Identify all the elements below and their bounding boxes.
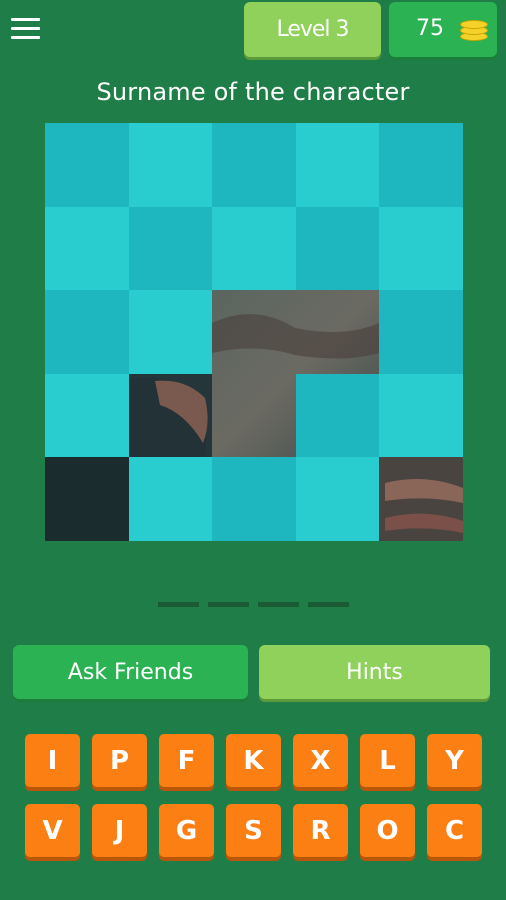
puzzle-tile xyxy=(379,290,463,374)
puzzle-tile xyxy=(212,290,296,374)
coin-count: 75 xyxy=(416,16,444,41)
level-button[interactable]: Level 3 xyxy=(244,2,381,57)
puzzle-tile xyxy=(379,206,463,291)
question-title: Surname of the character xyxy=(96,78,410,106)
letter-key[interactable]: V xyxy=(25,804,80,857)
letter-keyboard: IPFKXLY VJGSROC xyxy=(25,734,485,864)
letter-key[interactable]: O xyxy=(360,804,415,857)
puzzle-tile xyxy=(128,123,213,207)
letter-key[interactable]: L xyxy=(360,734,415,787)
puzzle-tile xyxy=(45,123,129,207)
puzzle-tile xyxy=(295,206,380,291)
letter-key[interactable]: R xyxy=(293,804,348,857)
puzzle-tile xyxy=(128,457,213,541)
puzzle-tile xyxy=(212,123,296,207)
puzzle-tile xyxy=(379,373,463,458)
answer-slot[interactable] xyxy=(158,602,199,607)
puzzle-tile xyxy=(128,206,213,291)
letter-key[interactable]: I xyxy=(25,734,80,787)
puzzle-tile xyxy=(212,457,296,541)
letter-key[interactable]: J xyxy=(92,804,147,857)
puzzle-tile xyxy=(129,374,213,458)
puzzle-tile xyxy=(295,373,380,458)
puzzle-tile xyxy=(45,290,129,374)
answer-slot[interactable] xyxy=(258,602,299,607)
answer-slots xyxy=(158,602,350,608)
puzzle-tile xyxy=(295,457,380,541)
letter-key[interactable]: P xyxy=(92,734,147,787)
puzzle-tile xyxy=(45,373,129,458)
hints-button[interactable]: Hints xyxy=(259,645,490,699)
hamburger-menu-icon[interactable] xyxy=(11,17,41,41)
puzzle-tile xyxy=(128,290,213,374)
ask-friends-label: Ask Friends xyxy=(67,659,194,685)
letter-key[interactable]: X xyxy=(293,734,348,787)
letter-key[interactable]: K xyxy=(226,734,281,787)
puzzle-tile xyxy=(45,457,129,541)
puzzle-tile xyxy=(296,290,380,374)
answer-slot[interactable] xyxy=(208,602,249,607)
ask-friends-button[interactable]: Ask Friends xyxy=(13,645,248,699)
coin-stack-icon xyxy=(460,20,488,42)
puzzle-tile xyxy=(212,206,296,291)
puzzle-tile xyxy=(379,457,463,541)
letter-key[interactable]: S xyxy=(226,804,281,857)
puzzle-tile xyxy=(295,123,380,207)
hints-label: Hints xyxy=(346,659,403,685)
puzzle-tile xyxy=(45,206,129,291)
puzzle-image xyxy=(45,123,463,541)
answer-slot[interactable] xyxy=(308,602,349,607)
letter-key[interactable]: G xyxy=(159,804,214,857)
letter-key[interactable]: F xyxy=(159,734,214,787)
letter-key[interactable]: C xyxy=(427,804,482,857)
level-label: Level 3 xyxy=(276,17,349,42)
puzzle-tile xyxy=(212,374,296,458)
letter-key[interactable]: Y xyxy=(427,734,482,787)
puzzle-tile xyxy=(379,123,463,207)
